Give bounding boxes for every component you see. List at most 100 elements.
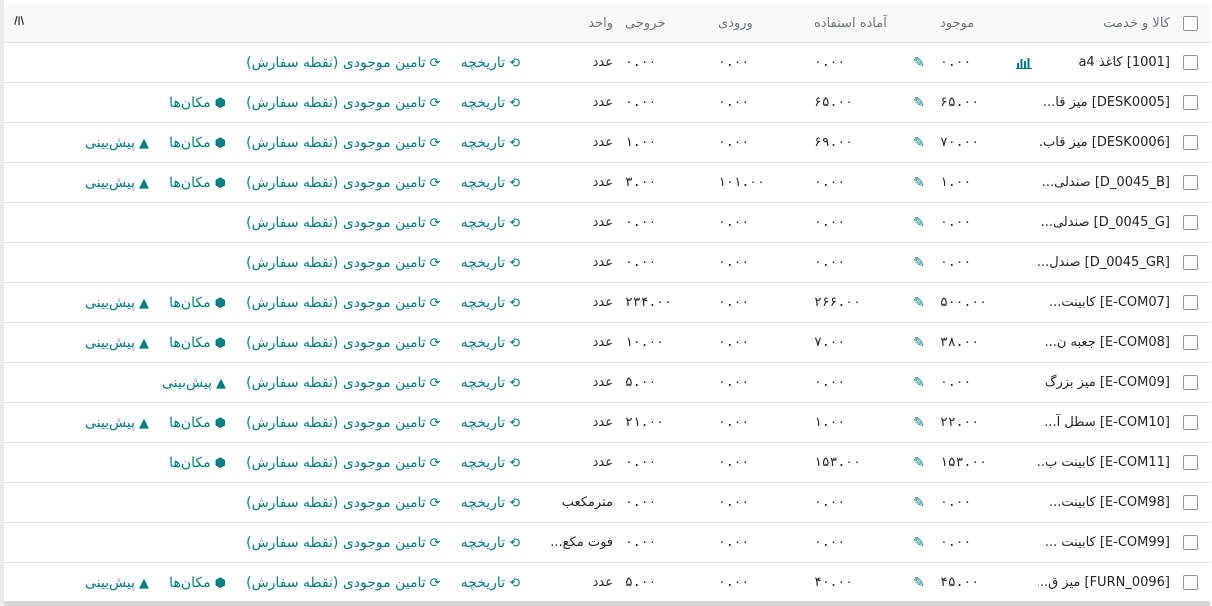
row-checkbox[interactable]: [1182, 55, 1198, 70]
product-name[interactable]: [D_0045_B] صندلی...: [1038, 162, 1170, 203]
pencil-icon[interactable]: ✎: [913, 55, 925, 71]
history-button[interactable]: ⟲تاریخچه: [461, 455, 520, 471]
table-row[interactable]: [E-COM09] میز بزرگ ۰.۰۰ ✎ ۰.۰۰ ۰.۰۰ ۵.۰۰…: [4, 362, 1210, 403]
table-row[interactable]: [E-COM99] کابینت ... ۰.۰۰ ✎ ۰.۰۰ ۰.۰۰ ۰.…: [4, 522, 1210, 563]
table-row[interactable]: [DESK0005] میز قا... ۶۵.۰۰ ✎ ۶۵.۰۰ ۰.۰۰ …: [4, 82, 1210, 123]
sliders-icon[interactable]: ⚟: [10, 14, 28, 27]
pencil-icon[interactable]: ✎: [913, 415, 925, 431]
product-name[interactable]: [E-COM11] کابینت ب...: [1038, 442, 1170, 483]
table-row[interactable]: [D_0045_GR] صندل... ۰.۰۰ ✎ ۰.۰۰ ۰.۰۰ ۰.۰…: [4, 242, 1210, 283]
table-row[interactable]: [D_0045_G] صندلی... ۰.۰۰ ✎ ۰.۰۰ ۰.۰۰ ۰.۰…: [4, 202, 1210, 243]
replenish-button[interactable]: ⟳تامین موجودی (نقطه سفارش): [246, 575, 440, 591]
pencil-icon[interactable]: ✎: [913, 455, 925, 471]
forecast-button[interactable]: ▲پیش‌بینی: [85, 175, 149, 191]
locations-button[interactable]: ⬢مکان‌ها: [169, 295, 226, 311]
table-row[interactable]: [E-COM07] کابینت... ۵۰۰.۰۰ ✎ ۲۶۶.۰۰ ۰.۰۰…: [4, 282, 1210, 323]
col-incoming[interactable]: ورودی: [718, 4, 810, 43]
product-name[interactable]: [E-COM99] کابینت ...: [1038, 522, 1170, 563]
table-row[interactable]: [D_0045_B] صندلی... ۱.۰۰ ✎ ۰.۰۰ ۱۰۱.۰۰ ۳…: [4, 162, 1210, 203]
bar-chart-icon[interactable]: [1016, 57, 1032, 69]
replenish-button[interactable]: ⟳تامین موجودی (نقطه سفارش): [246, 135, 440, 151]
history-button[interactable]: ⟲تاریخچه: [461, 255, 520, 271]
pencil-icon[interactable]: ✎: [913, 295, 925, 311]
history-button[interactable]: ⟲تاریخچه: [461, 335, 520, 351]
pencil-icon[interactable]: ✎: [913, 575, 925, 591]
locations-button[interactable]: ⬢مکان‌ها: [169, 575, 226, 591]
locations-button[interactable]: ⬢مکان‌ها: [169, 175, 226, 191]
forecast-button[interactable]: ▲پیش‌بینی: [85, 415, 149, 431]
product-name[interactable]: [D_0045_GR] صندل...: [1038, 242, 1170, 283]
replenish-button[interactable]: ⟳تامین موجودی (نقطه سفارش): [246, 335, 440, 351]
replenish-button[interactable]: ⟳تامین موجودی (نقطه سفارش): [246, 215, 440, 231]
history-button[interactable]: ⟲تاریخچه: [461, 415, 520, 431]
history-button[interactable]: ⟲تاریخچه: [461, 95, 520, 111]
product-name[interactable]: [E-COM07] کابینت...: [1038, 282, 1170, 323]
table-row[interactable]: [E-COM08] جعبه ن... ۳۸.۰۰ ✎ ۷.۰۰ ۰.۰۰ ۱۰…: [4, 322, 1210, 363]
table-row[interactable]: [E-COM98] کابینت... ۰.۰۰ ✎ ۰.۰۰ ۰.۰۰ ۰.۰…: [4, 482, 1210, 523]
table-row[interactable]: [FURN_0096] میز ق... ۴۵.۰۰ ✎ ۴۰.۰۰ ۰.۰۰ …: [4, 562, 1210, 603]
table-row[interactable]: [DESK0006] میز قاب... ۷۰.۰۰ ✎ ۶۹.۰۰ ۰.۰۰…: [4, 122, 1210, 163]
replenish-button[interactable]: ⟳تامین موجودی (نقطه سفارش): [246, 495, 440, 511]
product-name[interactable]: [FURN_0096] میز ق...: [1038, 562, 1170, 603]
pencil-icon[interactable]: ✎: [913, 175, 925, 191]
forecast-button[interactable]: ▲پیش‌بینی: [85, 295, 149, 311]
row-checkbox[interactable]: [1182, 575, 1198, 590]
history-button[interactable]: ⟲تاریخچه: [461, 135, 520, 151]
pencil-icon[interactable]: ✎: [913, 255, 925, 271]
replenish-button[interactable]: ⟳تامین موجودی (نقطه سفارش): [246, 55, 440, 71]
product-name[interactable]: [1001] کاغذ a4: [1038, 42, 1170, 83]
product-name[interactable]: [E-COM10] سطل آ...: [1038, 402, 1170, 443]
locations-button[interactable]: ⬢مکان‌ها: [169, 135, 226, 151]
locations-button[interactable]: ⬢مکان‌ها: [169, 335, 226, 351]
history-button[interactable]: ⟲تاریخچه: [461, 535, 520, 551]
forecast-button[interactable]: ▲پیش‌بینی: [85, 335, 149, 351]
forecast-button[interactable]: ▲پیش‌بینی: [162, 375, 226, 391]
table-row[interactable]: [1001] کاغذ a4 ۰.۰۰ ✎ ۰.۰۰ ۰.۰۰ ۰.۰۰ عدد…: [4, 42, 1210, 83]
row-checkbox[interactable]: [1182, 215, 1198, 230]
replenish-button[interactable]: ⟳تامین موجودی (نقطه سفارش): [246, 255, 440, 271]
replenish-button[interactable]: ⟳تامین موجودی (نقطه سفارش): [246, 95, 440, 111]
history-button[interactable]: ⟲تاریخچه: [461, 495, 520, 511]
col-outgoing[interactable]: خروجی: [625, 4, 718, 43]
replenish-button[interactable]: ⟳تامین موجودی (نقطه سفارش): [246, 175, 440, 191]
pencil-icon[interactable]: ✎: [913, 375, 925, 391]
forecast-button[interactable]: ▲پیش‌بینی: [85, 575, 149, 591]
history-button[interactable]: ⟲تاریخچه: [461, 295, 520, 311]
row-checkbox[interactable]: [1182, 335, 1198, 350]
history-button[interactable]: ⟲تاریخچه: [461, 575, 520, 591]
row-checkbox[interactable]: [1182, 375, 1198, 390]
replenish-button[interactable]: ⟳تامین موجودی (نقطه سفارش): [246, 535, 440, 551]
product-name[interactable]: [E-COM08] جعبه ن...: [1038, 322, 1170, 363]
pencil-icon[interactable]: ✎: [913, 215, 925, 231]
row-checkbox[interactable]: [1182, 295, 1198, 310]
replenish-button[interactable]: ⟳تامین موجودی (نقطه سفارش): [246, 375, 440, 391]
row-checkbox[interactable]: [1182, 455, 1198, 470]
product-name[interactable]: [E-COM09] میز بزرگ: [1038, 362, 1170, 403]
locations-button[interactable]: ⬢مکان‌ها: [169, 95, 226, 111]
pencil-icon[interactable]: ✎: [913, 535, 925, 551]
pencil-icon[interactable]: ✎: [913, 135, 925, 151]
product-name[interactable]: [E-COM98] کابینت...: [1038, 482, 1170, 523]
row-checkbox[interactable]: [1182, 95, 1198, 110]
product-name[interactable]: [D_0045_G] صندلی...: [1038, 202, 1170, 243]
replenish-button[interactable]: ⟳تامین موجودی (نقطه سفارش): [246, 455, 440, 471]
table-row[interactable]: [E-COM10] سطل آ... ۲۲.۰۰ ✎ ۱.۰۰ ۰.۰۰ ۲۱.…: [4, 402, 1210, 443]
pencil-icon[interactable]: ✎: [913, 95, 925, 111]
pencil-icon[interactable]: ✎: [913, 495, 925, 511]
row-checkbox[interactable]: [1182, 135, 1198, 150]
col-uom[interactable]: واحد: [528, 4, 625, 43]
row-checkbox[interactable]: [1182, 415, 1198, 430]
row-checkbox[interactable]: [1182, 495, 1198, 510]
col-available[interactable]: آماده استفاده: [810, 4, 904, 43]
col-on-hand[interactable]: موجود: [934, 4, 1010, 43]
history-button[interactable]: ⟲تاریخچه: [461, 175, 520, 191]
pencil-icon[interactable]: ✎: [913, 335, 925, 351]
row-checkbox[interactable]: [1182, 535, 1198, 550]
locations-button[interactable]: ⬢مکان‌ها: [169, 415, 226, 431]
table-row[interactable]: [E-COM11] کابینت ب... ۱۵۳.۰۰ ✎ ۱۵۳.۰۰ ۰.…: [4, 442, 1210, 483]
history-button[interactable]: ⟲تاریخچه: [461, 375, 520, 391]
locations-button[interactable]: ⬢مکان‌ها: [169, 455, 226, 471]
replenish-button[interactable]: ⟳تامین موجودی (نقطه سفارش): [246, 295, 440, 311]
col-product[interactable]: کالا و خدمت: [1038, 4, 1170, 43]
product-name[interactable]: [DESK0005] میز قا...: [1038, 82, 1170, 123]
